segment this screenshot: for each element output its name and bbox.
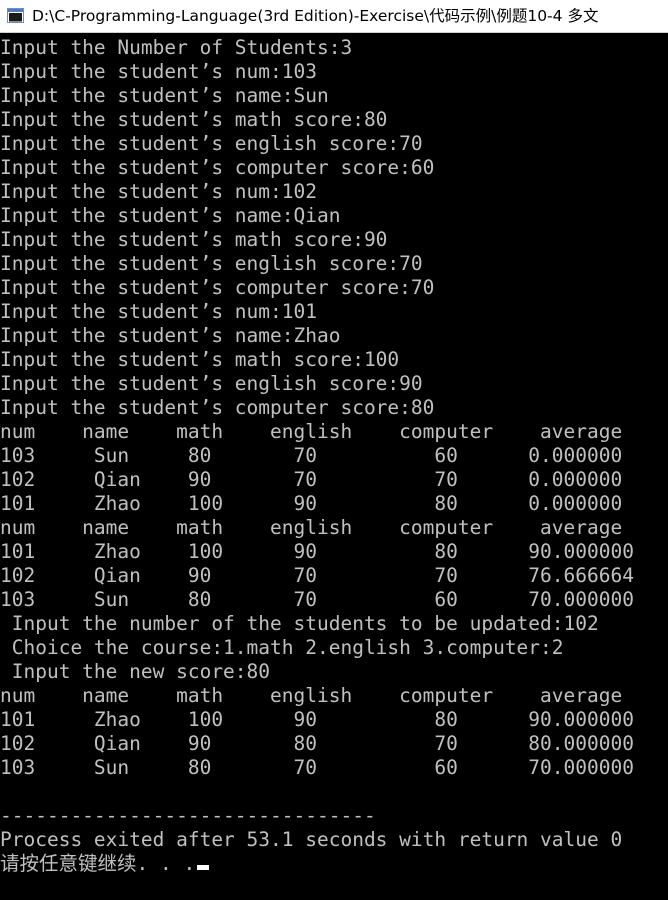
console-line: Choice the course:1.math 2.english 3.com… xyxy=(0,636,564,659)
table-row: 101 Zhao 100 90 80 0.000000 xyxy=(0,492,623,515)
table-row: 102 Qian 90 70 70 0.000000 xyxy=(0,468,623,491)
console-line: Input the number of the students to be u… xyxy=(0,612,599,635)
table-header-row: num name math english computer average xyxy=(0,420,623,443)
separator-line: -------------------------------- xyxy=(0,804,376,827)
console-line: Input the student’s computer score:70 xyxy=(0,276,435,299)
console-line: Input the new score:80 xyxy=(0,660,271,683)
press-any-key-prompt: 请按任意键继续. . . xyxy=(0,852,196,875)
console-line: Input the student’s computer score:80 xyxy=(0,396,435,419)
table-row: 101 Zhao 100 90 80 90.000000 xyxy=(0,708,634,731)
console-line: Input the student’s english score:70 xyxy=(0,132,423,155)
console-line: Input the student’s math score:80 xyxy=(0,108,388,131)
console-line: Input the student’s name:Qian xyxy=(0,204,341,227)
table-row: 101 Zhao 100 90 80 90.000000 xyxy=(0,540,634,563)
console-line: Input the student’s math score:90 xyxy=(0,228,388,251)
console-line: Input the student’s name:Zhao xyxy=(0,324,341,347)
console-output[interactable]: Input the Number of Students:3 Input the… xyxy=(0,36,668,900)
console-line: Input the student’s english score:90 xyxy=(0,372,423,395)
process-exit-message: Process exited after 53.1 seconds with r… xyxy=(0,828,623,851)
table-row: 103 Sun 80 70 60 70.000000 xyxy=(0,756,634,779)
console-line: Input the student’s name:Sun xyxy=(0,84,329,107)
table-row: 103 Sun 80 70 60 70.000000 xyxy=(0,588,634,611)
console-app-icon xyxy=(7,8,24,23)
table-header-row: num name math english computer average xyxy=(0,684,623,707)
prompt-line: 请按任意键继续. . . xyxy=(0,852,668,876)
console-line: Input the student’s math score:100 xyxy=(0,348,400,371)
console-line: Input the student’s english score:70 xyxy=(0,252,423,275)
table-row: 102 Qian 90 80 70 80.000000 xyxy=(0,732,634,755)
table-row: 102 Qian 90 70 70 76.666664 xyxy=(0,564,634,587)
window-title: D:\C-Programming-Language(3rd Edition)-E… xyxy=(32,7,599,25)
text-cursor xyxy=(197,865,210,870)
table-header-row: num name math english computer average xyxy=(0,516,623,539)
console-line: Input the student’s num:102 xyxy=(0,180,317,203)
console-line: Input the student’s num:101 xyxy=(0,300,317,323)
console-line: Input the Number of Students:3 xyxy=(0,36,353,59)
console-line: Input the student’s num:103 xyxy=(0,60,317,83)
window-title-bar[interactable]: D:\C-Programming-Language(3rd Edition)-E… xyxy=(0,0,668,33)
table-row: 103 Sun 80 70 60 0.000000 xyxy=(0,444,623,467)
console-line: Input the student’s computer score:60 xyxy=(0,156,435,179)
